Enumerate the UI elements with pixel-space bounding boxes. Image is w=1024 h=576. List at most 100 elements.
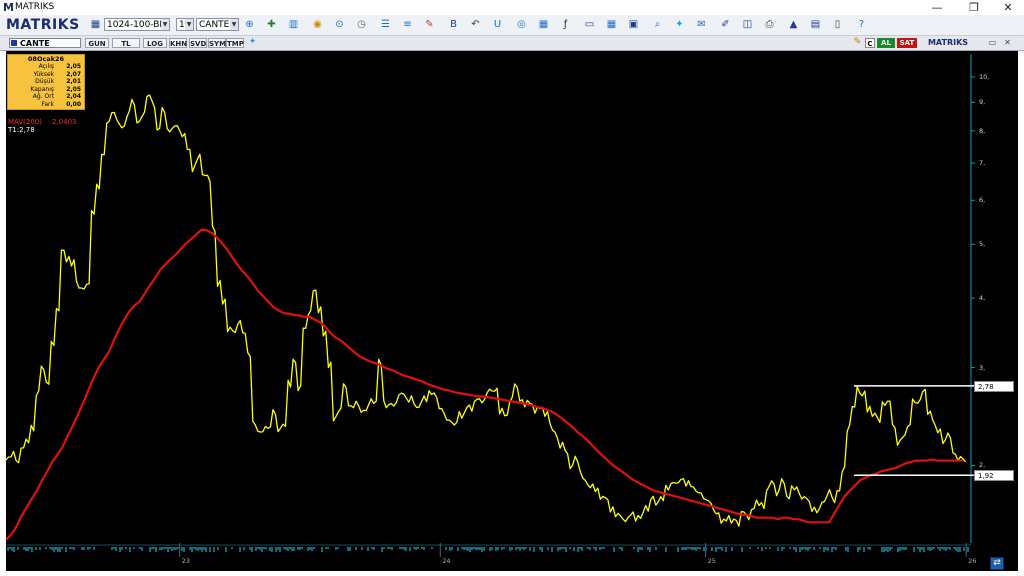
symbol-select[interactable]: CANTE ▼ [196, 18, 239, 31]
function-icon[interactable]: ƒ [559, 18, 572, 31]
app-logo-icon: M [3, 1, 14, 14]
info-label: Düşük [35, 78, 54, 85]
info-label: Ağ. Ort [32, 93, 54, 100]
period-tl-button[interactable]: TL [112, 38, 140, 48]
chart-settings-button[interactable]: ⇄ [990, 557, 1004, 570]
bold-icon[interactable]: B [447, 18, 460, 31]
period-sym-button[interactable]: SYM [208, 38, 226, 48]
info-row: Açılış 2,05 [8, 63, 84, 71]
save-icon[interactable]: ▦ [89, 18, 102, 31]
info-row: Fark 0,00 [8, 101, 84, 109]
period-khn-button[interactable]: KHN [169, 38, 187, 48]
book-icon[interactable]: ▣ [627, 18, 640, 31]
ohlc-info-box: 08Ocak26 Açılış 2,05 Yüksek 2,07 Düşük 2,01 Ka… [7, 54, 85, 110]
grid-icon[interactable]: ▦ [605, 18, 618, 31]
alarm-icon[interactable]: ▲ [787, 18, 800, 31]
c-button[interactable]: C [865, 38, 875, 48]
globe-icon[interactable]: ⊙ [333, 18, 346, 31]
window-icon[interactable]: ▭ [986, 36, 999, 49]
undo-icon[interactable]: ↶ [469, 18, 482, 31]
close-icon[interactable]: ✕ [1001, 36, 1014, 49]
info-row: Ağ. Ort 2,04 [8, 93, 84, 101]
lines-icon[interactable]: ≡ [401, 18, 414, 31]
close-button[interactable]: ✕ [994, 0, 1022, 15]
chart-brand-label: MATRIKS [927, 38, 969, 47]
zoom-icon[interactable]: ⊕ [243, 18, 256, 31]
y-tick-label: 4, [979, 294, 986, 303]
y-tick-label: 5, [979, 240, 986, 249]
period-svd-button[interactable]: SVD [189, 38, 207, 48]
period-tmp-button[interactable]: TMP [226, 38, 244, 48]
y-tick-label: 2, [979, 461, 986, 470]
minimize-button[interactable]: — [923, 0, 951, 15]
document-icon[interactable]: ▯ [831, 18, 844, 31]
info-value: 2,07 [66, 70, 81, 78]
t1-legend: T1:2,78 [8, 126, 35, 134]
count-select[interactable]: 1 ▼ [176, 18, 194, 31]
window-title: MATRIKS [15, 2, 55, 12]
chevron-down-icon: ▼ [185, 19, 193, 30]
pen-icon[interactable]: ✐ [719, 18, 732, 31]
info-label: Kapanış [30, 85, 54, 93]
twitter-icon[interactable]: ✦ [246, 36, 259, 49]
info-value: 0,00 [66, 100, 81, 108]
twitter-icon[interactable]: ✦ [673, 18, 686, 31]
x-tick-label: 25 [707, 557, 716, 565]
restore-button[interactable]: ❐ [960, 0, 988, 15]
draw-icon[interactable]: ✎ [423, 18, 436, 31]
palette-icon[interactable]: ◉ [311, 18, 324, 31]
search-icon[interactable]: ⌕ [651, 18, 664, 31]
period-gun-button[interactable]: GUN [85, 38, 109, 48]
info-value: 2,05 [66, 85, 81, 93]
brand-logo: MATRIKS [6, 17, 80, 33]
window-title-bar: M MATRIKS — ❐ ✕ [0, 0, 1024, 15]
info-row: Kapanış 2,05 [8, 86, 84, 94]
price-chart[interactable] [6, 51, 1018, 571]
y-tick-label: 3, [979, 363, 986, 372]
y-tick-label: 8, [979, 126, 986, 135]
buy-button[interactable]: AL [877, 38, 895, 48]
refresh-icon[interactable]: U [491, 18, 504, 31]
ma-name: MAV(200) [8, 118, 42, 126]
period-log-button[interactable]: LOG [143, 38, 167, 48]
window-icon[interactable]: ▭ [583, 18, 596, 31]
crosshair-icon[interactable]: ✚ [265, 18, 278, 31]
info-label: Açılış [38, 63, 54, 70]
y-tick-label: 7, [979, 159, 986, 168]
comment-icon[interactable]: ✉ [695, 18, 708, 31]
info-value: 2,05 [66, 63, 81, 70]
chart-symbol-field[interactable]: CANTE [9, 38, 81, 48]
table-icon[interactable]: ▦ [537, 18, 550, 31]
info-row: Düşük 2,01 [8, 78, 84, 86]
pin-icon[interactable]: ✎ [851, 36, 864, 49]
calculator-icon[interactable]: ▤ [809, 18, 822, 31]
level-price-label: 2,78 [974, 380, 1014, 392]
info-rows: Açılış 2,05 Yüksek 2,07 Düşük 2,01 Kapanış 2,05… [8, 63, 84, 108]
symbol-select-value: CANTE [199, 20, 230, 30]
count-select-value: 1 [179, 20, 185, 30]
chart-toolbar: CANTE GUN TL LOG KHN SVD SYM TMP ✦ ✎ C A… [0, 36, 1024, 51]
y-tick-label: 9, [979, 98, 986, 107]
indicators-icon[interactable]: ☰ [379, 18, 392, 31]
clock-icon[interactable]: ◷ [355, 18, 368, 31]
x-tick-label: 24 [442, 557, 451, 565]
info-value: 2,01 [66, 78, 81, 85]
info-row: Yüksek 2,07 [8, 71, 84, 79]
ma-value: 2,0403 [52, 118, 77, 126]
x-tick-label: 23 [181, 557, 190, 565]
template-select[interactable]: 1024-100-BEYA ▼ [104, 18, 170, 31]
level-price-label: 1,92 [974, 470, 1014, 482]
news-icon[interactable]: ◎ [515, 18, 528, 31]
info-date: 08Ocak26 [27, 55, 65, 63]
chart-symbol-label: CANTE [20, 39, 50, 48]
sell-button[interactable]: SAT [897, 38, 917, 48]
info-label: Yüksek [33, 70, 54, 78]
info-label: Fark [41, 100, 54, 108]
main-toolbar: MATRIKS ▦ 1024-100-BEYA ▼ 1 ▼ CANTE ▼ ⊕ ✚ ▥ ◉ ⊙… [0, 15, 1024, 36]
chart-type-icon[interactable]: ▥ [287, 18, 300, 31]
ma-legend: MAV(200) 2,0403 [8, 118, 77, 126]
info-value: 2,04 [66, 93, 81, 100]
print-icon[interactable]: ⎙ [763, 18, 776, 31]
help-icon[interactable]: ? [855, 18, 868, 31]
window2-icon[interactable]: ◫ [741, 18, 754, 31]
